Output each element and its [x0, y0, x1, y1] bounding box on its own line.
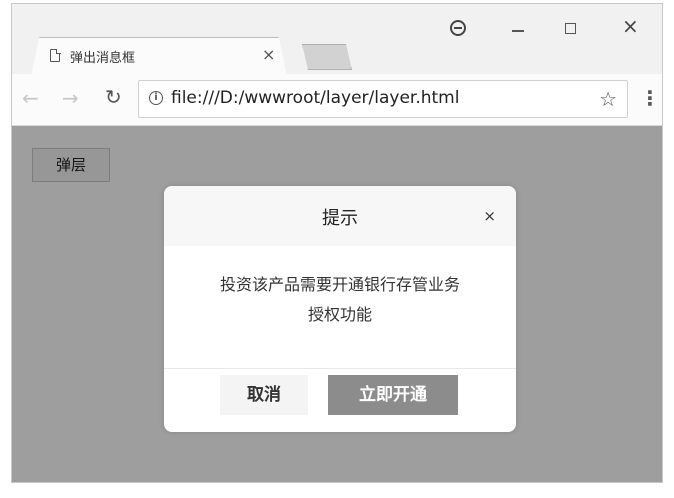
minimize-icon[interactable] [512, 30, 524, 32]
dialog-footer: 取消 立即开通 [164, 368, 516, 432]
back-arrow-icon[interactable]: ← [22, 86, 39, 110]
new-tab-button[interactable] [302, 44, 352, 70]
address-bar[interactable]: i file:///D:/wwwroot/layer/layer.html ☆ [138, 80, 628, 118]
tab-close-icon[interactable]: × [262, 45, 275, 64]
dialog-message: 投资该产品需要开通银行存管业务 授权功能 [184, 270, 496, 330]
browser-tab[interactable]: 弹出消息框 × [26, 37, 292, 75]
dialog-header: 提示 × [164, 186, 516, 246]
dialog-message-line-1: 投资该产品需要开通银行存管业务 [219, 275, 460, 294]
more-menu-icon[interactable]: ⋮ [640, 86, 660, 110]
reload-icon[interactable]: ↻ [105, 85, 122, 109]
dialog-title: 提示 [322, 208, 358, 229]
profile-icon[interactable] [450, 20, 466, 36]
star-icon[interactable]: ☆ [599, 87, 617, 111]
dialog-close-icon[interactable]: × [483, 207, 496, 225]
browser-window: 弹出消息框 × × ← → ↻ i file:///D:/wwwroot/lay… [11, 3, 663, 483]
title-bar: 弹出消息框 × × [12, 4, 662, 75]
tab-title: 弹出消息框 [70, 51, 136, 66]
dialog-message-line-2: 授权功能 [307, 305, 372, 324]
page-viewport: 弹层 提示 × 投资该产品需要开通银行存管业务 授权功能 取消 立即开通 [12, 126, 662, 482]
forward-arrow-icon[interactable]: → [62, 86, 79, 110]
url-text[interactable]: file:///D:/wwwroot/layer/layer.html [171, 88, 459, 108]
close-window-icon[interactable]: × [622, 14, 639, 38]
cancel-button[interactable]: 取消 [220, 375, 308, 415]
info-icon[interactable]: i [149, 91, 163, 105]
modal-dialog: 提示 × 投资该产品需要开通银行存管业务 授权功能 取消 立即开通 [164, 186, 516, 432]
browser-toolbar: ← → ↻ i file:///D:/wwwroot/layer/layer.h… [12, 74, 662, 126]
activate-now-button[interactable]: 立即开通 [328, 375, 458, 415]
maximize-icon[interactable] [565, 23, 576, 34]
page-icon [50, 48, 61, 62]
